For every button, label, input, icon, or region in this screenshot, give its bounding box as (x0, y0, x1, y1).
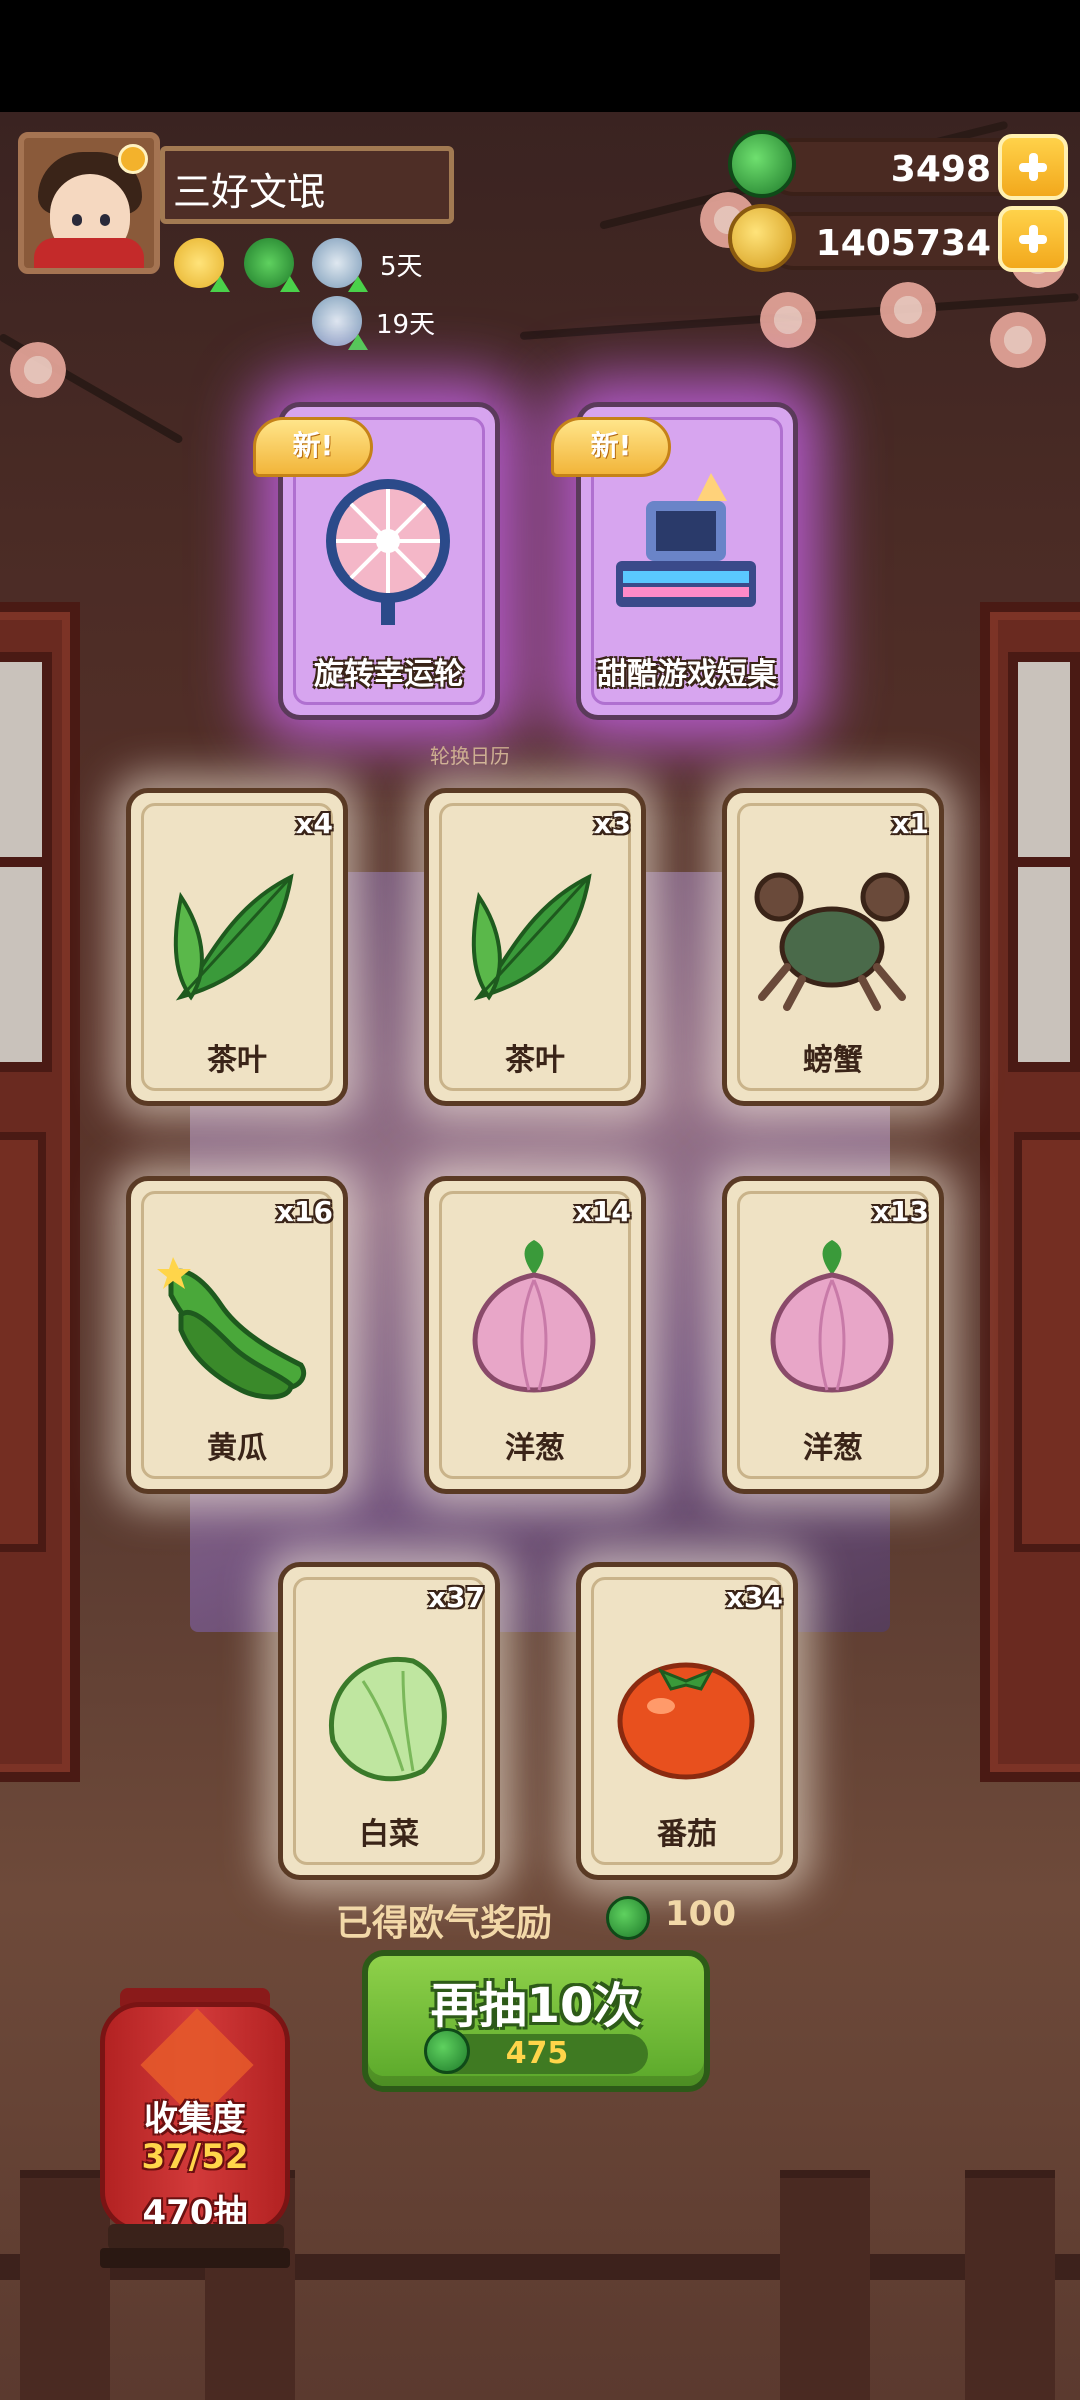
fence-post (965, 2170, 1055, 2400)
add-jade-button[interactable] (998, 134, 1068, 200)
left-door (0, 602, 80, 1782)
card-count: x3 (593, 807, 631, 840)
reward-card[interactable]: x37 白菜 (278, 1562, 500, 1880)
onion-icon (770, 1240, 894, 1393)
card-count: x4 (295, 807, 333, 840)
tomato-icon (617, 1662, 755, 1780)
reward-card[interactable]: x34 番茄 (576, 1562, 798, 1880)
jade-boost-icon[interactable] (244, 238, 300, 292)
right-door (980, 602, 1080, 1782)
card-label: 茶叶 (505, 1043, 565, 1078)
draw-button-label: 再抽10次 (430, 1978, 642, 2034)
reward-card[interactable]: x13 洋葱 (722, 1176, 944, 1494)
bowl-boost-icon[interactable] (312, 238, 368, 292)
collection-lantern[interactable]: 收集度 37/52 470抽 (100, 2002, 290, 2233)
card-count: x16 (275, 1195, 333, 1228)
tea-leaf-icon (471, 873, 592, 1001)
card-count: x37 (427, 1581, 485, 1614)
blossom-decoration (990, 312, 1046, 368)
card-label: 洋葱 (803, 1431, 863, 1466)
lantern-stand (108, 2224, 284, 2250)
card-label: 旋转幸运轮 (314, 657, 464, 692)
reward-value: 100 (665, 1894, 736, 1934)
copper-currency-value: 1405734 (815, 223, 991, 264)
fence-post (780, 2170, 870, 2400)
reward-card[interactable]: x3 茶叶 (424, 788, 646, 1106)
special-card-lucky-wheel[interactable]: 新! 旋转幸运轮 (253, 402, 500, 720)
reward-card[interactable]: x16 黄瓜 (126, 1176, 348, 1494)
crab-icon (754, 872, 910, 1011)
arcade-desk-icon (616, 473, 756, 607)
onion-icon (472, 1240, 596, 1393)
game-scene: 三好文氓 5天 19天 3498 1405734 新! 旋转幸运轮 新! 甜酷游… (0, 112, 1080, 2400)
copper-currency-bar: 1405734 (765, 212, 1015, 270)
card-count: x14 (573, 1195, 631, 1228)
cabbage-icon (329, 1657, 447, 1782)
jade-coin-icon (424, 2028, 470, 2074)
card-count: x34 (725, 1581, 783, 1614)
card-label: 茶叶 (207, 1043, 267, 1078)
card-count: x1 (891, 807, 929, 840)
player-avatar[interactable] (18, 132, 160, 274)
reward-card[interactable]: x4 茶叶 (126, 788, 348, 1106)
copper-coin-icon (728, 204, 796, 272)
card-label: 螃蟹 (803, 1043, 863, 1078)
card-count: x13 (871, 1195, 929, 1228)
draw-ten-button[interactable]: 再抽10次 475 (362, 1950, 710, 2092)
calendar-label: 轮换日历 (430, 744, 510, 768)
blossom-decoration (10, 342, 66, 398)
card-label: 甜酷游戏短桌 (597, 657, 777, 692)
lantern-legs (100, 2248, 290, 2268)
jade-currency-bar: 3498 (765, 138, 1015, 196)
jade-coin-icon (728, 130, 796, 198)
buff-days: 5天 (380, 252, 423, 282)
collection-title: 收集度 (144, 2099, 246, 2139)
fence-post (20, 2170, 110, 2400)
reward-card[interactable]: x1 螃蟹 (722, 788, 944, 1106)
lucky-wheel-icon (326, 479, 450, 625)
reward-label: 已得欧气奖励 (336, 1903, 553, 1944)
jade-currency-value: 3498 (890, 149, 991, 190)
card-label: 番茄 (657, 1817, 717, 1852)
card-label: 白菜 (359, 1817, 419, 1852)
card-label: 洋葱 (505, 1431, 565, 1466)
blossom-decoration (880, 282, 936, 338)
player-name-plate[interactable]: 三好文氓 (160, 146, 454, 224)
add-copper-button[interactable] (998, 206, 1068, 272)
player-name: 三好文氓 (173, 170, 326, 214)
collection-progress: 37/52 (141, 2137, 249, 2177)
blossom-decoration (760, 292, 816, 348)
tea-leaf-icon (173, 873, 294, 1001)
cucumber-icon (157, 1257, 307, 1400)
reward-card[interactable]: x14 洋葱 (424, 1176, 646, 1494)
card-label: 黄瓜 (207, 1431, 267, 1466)
jade-coin-icon (606, 1896, 650, 1940)
bowl-boost-icon-2[interactable] (312, 296, 368, 350)
coin-boost-icon[interactable] (174, 238, 230, 292)
level-badge-icon (118, 144, 148, 174)
special-card-arcade-desk[interactable]: 新! 甜酷游戏短桌 (551, 402, 798, 720)
buff-days-2: 19天 (376, 310, 436, 340)
